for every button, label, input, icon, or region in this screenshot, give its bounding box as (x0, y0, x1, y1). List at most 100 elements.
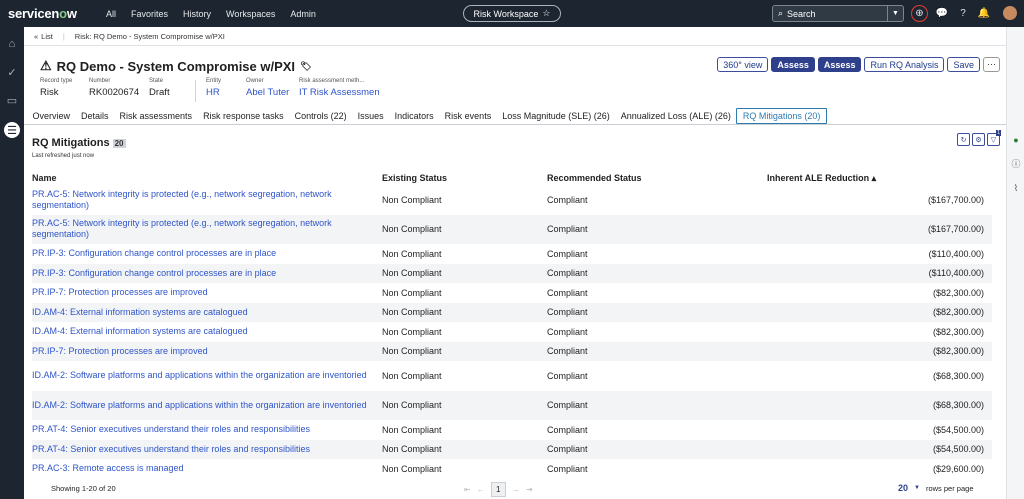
mitigation-name-link[interactable]: ID.AM-4: External information systems ar… (32, 322, 382, 342)
tab-controls[interactable]: Controls (22) (289, 108, 352, 124)
entity-link[interactable]: HR (206, 87, 246, 98)
tab-rq-mitigations[interactable]: RQ Mitigations (20) (736, 108, 827, 124)
filter-icon[interactable]: ▽ 1 (987, 130, 1001, 146)
main-nav: All Favorites History Workspaces Admin (106, 9, 316, 19)
table-row[interactable]: PR.AC-3: Remote access is managed Non Com… (32, 459, 992, 479)
current-page[interactable]: 1 (490, 482, 506, 497)
column-header-existing-status[interactable]: Existing Status (382, 171, 547, 185)
tab-loss-magnitude[interactable]: Loss Magnitude (SLE) (26) (497, 108, 616, 124)
recommended-status-cell: Compliant (547, 302, 767, 322)
table-row[interactable]: PR.AT-4: Senior executives understand th… (32, 439, 992, 459)
servicenow-logo[interactable]: servicenow (8, 6, 98, 21)
mitigation-name-link[interactable]: PR.IP-3: Configuration change control pr… (32, 244, 382, 264)
mitigation-name-link[interactable]: ID.AM-2: Software platforms and applicat… (32, 361, 382, 391)
first-page-icon[interactable]: ⇤ (464, 485, 471, 494)
existing-status-cell: Non Compliant (382, 463, 442, 474)
existing-status-cell: Non Compliant (382, 248, 442, 259)
mitigation-name-link[interactable]: PR.AT-4: Senior executives understand th… (32, 420, 382, 440)
table-row[interactable]: PR.AC-5: Network integrity is protected … (32, 214, 992, 244)
tab-annualized-loss[interactable]: Annualized Loss (ALE) (26) (615, 108, 736, 124)
breadcrumb-list[interactable]: «List (34, 32, 53, 41)
tag-icon[interactable]: 🏷 (300, 61, 311, 72)
table-row[interactable]: PR.IP-3: Configuration change control pr… (32, 244, 992, 264)
panel-tools: ↻ ⚙ ▽ 1 (957, 130, 1001, 146)
refresh-icon[interactable]: ↻ (957, 133, 970, 146)
assess-button[interactable]: Assess (771, 57, 815, 72)
tab-risk-response-tasks[interactable]: Risk response tasks (198, 108, 290, 124)
view-360-button[interactable]: 360° view (717, 57, 769, 72)
gear-icon[interactable]: ⚙ (972, 133, 985, 146)
table-row[interactable]: PR.AT-4: Senior executives understand th… (32, 420, 992, 440)
info-icon[interactable]: ⓘ (1010, 157, 1022, 169)
previous-page-icon[interactable]: ← (477, 485, 485, 494)
search-box[interactable]: ⌕ Search ▼ (772, 5, 904, 22)
nav-favorites[interactable]: Favorites (131, 9, 168, 19)
assess-button-2[interactable]: Assess (817, 57, 862, 72)
table-row[interactable]: PR.AC-5: Network integrity is protected … (32, 185, 992, 215)
mitigation-name-link[interactable]: PR.AC-5: Network integrity is protected … (32, 185, 382, 215)
help-icon[interactable]: ? (956, 6, 970, 20)
nav-all[interactable]: All (106, 9, 116, 19)
table-row[interactable]: ID.AM-2: Software platforms and applicat… (32, 361, 992, 391)
tab-risk-assessments[interactable]: Risk assessments (114, 108, 198, 124)
workspace-pill[interactable]: Risk Workspace ☆ (463, 5, 561, 22)
table-row[interactable]: ID.AM-2: Software platforms and applicat… (32, 390, 992, 420)
tab-indicators[interactable]: Indicators (389, 108, 439, 124)
chevron-down-icon[interactable]: ▼ (887, 6, 903, 21)
mitigation-name-link[interactable]: PR.IP-7: Protection processes are improv… (32, 341, 382, 361)
column-header-name[interactable]: Name (32, 171, 382, 185)
star-icon[interactable]: ☆ (542, 8, 550, 19)
table-row[interactable]: PR.IP-7: Protection processes are improv… (32, 283, 992, 303)
next-page-icon[interactable]: → (512, 485, 520, 494)
save-button[interactable]: Save (947, 57, 980, 72)
more-actions-button[interactable]: ⋯ (983, 57, 1000, 72)
clipboard-icon[interactable]: ▭ (4, 92, 20, 108)
mitigation-name-link[interactable]: PR.IP-7: Protection processes are improv… (32, 283, 382, 303)
mitigation-name-link[interactable]: ID.AM-4: External information systems ar… (32, 302, 382, 322)
paperclip-icon[interactable]: ⌇ (1010, 182, 1022, 194)
tab-risk-events[interactable]: Risk events (439, 108, 497, 124)
field-label: Number (89, 78, 111, 84)
existing-status-cell: Non Compliant (382, 214, 547, 244)
avatar[interactable] (1003, 6, 1017, 20)
mitigation-name-link[interactable]: PR.AT-4: Senior executives understand th… (32, 439, 382, 459)
existing-status-cell: Non Compliant (382, 424, 442, 435)
chevron-down-icon[interactable]: ▼ (914, 485, 920, 491)
owner-link[interactable]: Abel Tuter (246, 87, 299, 98)
panel-title: RQ Mitigations 20 (32, 137, 126, 149)
table-row[interactable]: PR.IP-3: Configuration change control pr… (32, 263, 992, 283)
chat-icon[interactable]: 💬 (935, 6, 949, 20)
tab-overview[interactable]: Overview (27, 108, 76, 124)
location-pin-icon[interactable]: ● (1010, 134, 1022, 146)
top-navigation-bar: servicenow All Favorites History Workspa… (0, 0, 1024, 27)
mitigation-name-link[interactable]: PR.AC-3: Remote access is managed (32, 459, 382, 479)
assessment-method-link[interactable]: IT Risk Assessmen (299, 87, 389, 98)
last-page-icon[interactable]: ⇥ (526, 485, 533, 494)
existing-status-cell: Non Compliant (382, 287, 442, 298)
home-icon[interactable]: ⌂ (4, 36, 20, 52)
list-icon[interactable]: ☰ (4, 122, 20, 138)
tab-issues[interactable]: Issues (352, 108, 389, 124)
nav-workspaces[interactable]: Workspaces (226, 9, 275, 19)
existing-status-cell: Non Compliant (382, 263, 547, 283)
table-row[interactable]: PR.IP-7: Protection processes are improv… (32, 341, 992, 361)
nav-history[interactable]: History (183, 9, 211, 19)
table-row[interactable]: ID.AM-4: External information systems ar… (32, 322, 992, 342)
rows-per-page-select[interactable]: 20 (898, 483, 908, 493)
globe-icon[interactable]: ⊕ (911, 5, 928, 22)
nav-admin[interactable]: Admin (290, 9, 316, 19)
recommended-status-cell: Compliant (547, 424, 588, 435)
bell-icon[interactable]: 🔔 (977, 6, 991, 20)
ale-reduction-cell: ($68,300.00) (767, 390, 992, 420)
table-row[interactable]: ID.AM-4: External information systems ar… (32, 302, 992, 322)
tab-details[interactable]: Details (76, 108, 115, 124)
ale-reduction-cell: ($29,600.00) (932, 463, 984, 474)
mitigation-name-link[interactable]: PR.IP-3: Configuration change control pr… (32, 263, 382, 283)
existing-status-cell: Non Compliant (382, 370, 442, 381)
mitigation-name-link[interactable]: ID.AM-2: Software platforms and applicat… (32, 390, 382, 420)
check-circle-icon[interactable]: ✓ (4, 64, 20, 80)
mitigation-name-link[interactable]: PR.AC-5: Network integrity is protected … (32, 214, 382, 244)
column-header-recommended-status[interactable]: Recommended Status (547, 171, 767, 185)
run-rq-analysis-button[interactable]: Run RQ Analysis (864, 57, 945, 72)
column-header-ale-reduction[interactable]: Inherent ALE Reduction ▴ (767, 171, 992, 185)
